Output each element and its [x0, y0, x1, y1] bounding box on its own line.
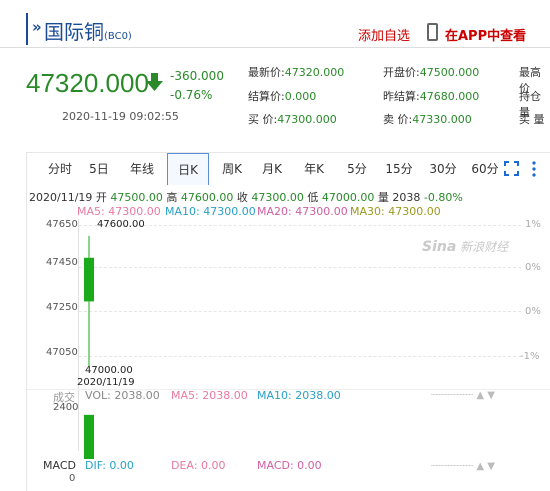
macd-dif: DIF: 0.00 — [85, 459, 134, 472]
volume-bar — [84, 414, 94, 459]
add-watchlist-button[interactable]: 添加自选 — [358, 25, 410, 44]
tab-5min[interactable]: 5分 — [339, 153, 375, 185]
vol-ma5-legend: MA5: 2038.00 — [171, 389, 248, 402]
macd-dea: DEA: 0.00 — [171, 459, 226, 472]
pct-tick: 0% — [525, 306, 541, 317]
ohlc-readout: 2020/11/19 开 47500.00 高 47600.00 收 47300… — [29, 191, 463, 204]
fullscreen-icon[interactable] — [504, 161, 519, 176]
quote-timestamp: 2020-11-19 09:02:55 — [62, 110, 179, 123]
page-title: 国际铜(BC0) — [44, 20, 132, 44]
tab-60min[interactable]: 60分 — [465, 153, 505, 185]
vol-legend: VOL: 2038.00 — [85, 389, 160, 402]
last-price: 47320.000 — [26, 68, 149, 98]
price-tick: 47450 — [46, 257, 78, 268]
date-label: 2020/11/19 — [77, 377, 135, 388]
change-percent: -0.76% — [170, 88, 213, 102]
pane-controls[interactable]: ┈┈┈┈┈┈┈ ▲ ▼ — [431, 390, 495, 401]
price-tick: 47050 — [46, 347, 78, 358]
ma30-legend: MA30: 47300.00 — [350, 205, 441, 218]
chevron-right-icon: » — [32, 18, 42, 36]
price-axis-line — [78, 219, 79, 451]
pct-tick: 1% — [525, 219, 541, 230]
pct-tick: 0% — [525, 262, 541, 273]
tab-month-k[interactable]: 月K — [253, 153, 291, 185]
high-label: 47600.00 — [97, 219, 145, 230]
macd-title: MACD — [43, 459, 76, 472]
tab-5day[interactable]: 5日 — [81, 153, 117, 185]
ma20-legend: MA20: 47300.00 — [257, 205, 348, 218]
tab-30min[interactable]: 30分 — [423, 153, 463, 185]
tab-week-k[interactable]: 周K — [213, 153, 251, 185]
price-change: -360.000 -0.76% — [170, 67, 224, 105]
tab-year-k[interactable]: 年K — [295, 153, 333, 185]
ma10-legend: MA10: 47300.00 — [165, 205, 256, 218]
quote-field: 买 量 — [519, 113, 545, 126]
quote-field: 最新价:47320.000 — [248, 66, 345, 79]
price-tick: 47650 — [46, 219, 78, 230]
phone-icon — [427, 23, 438, 41]
period-tabs: 分时 5日 年线 日K 周K 月K 年K 5分 15分 30分 60分 — [27, 153, 550, 185]
candle-body — [84, 257, 94, 302]
price-tick: 47250 — [46, 302, 78, 313]
title-accent-bar — [26, 13, 28, 45]
quote-field: 卖 价:47330.000 — [383, 113, 472, 126]
view-in-app-link[interactable]: 在APP中查看 — [445, 25, 526, 44]
low-label: 47000.00 — [85, 365, 133, 376]
kline-panel: 分时 5日 年线 日K 周K 月K 年K 5分 15分 30分 60分 2020… — [26, 152, 550, 491]
vol-ma10-legend: MA10: 2038.00 — [257, 389, 341, 402]
pane-controls[interactable]: ┈┈┈┈┈┈┈ ▲ ▼ — [431, 461, 495, 472]
pct-tick: -1% — [520, 351, 540, 362]
grid-line — [79, 356, 521, 357]
tab-fenshi[interactable]: 分时 — [41, 153, 79, 185]
grid-line — [79, 225, 521, 226]
macd-value: MACD: 0.00 — [257, 459, 322, 472]
grid-line — [79, 267, 521, 268]
tab-year-line[interactable]: 年线 — [121, 153, 163, 185]
change-value: -360.000 — [170, 69, 224, 83]
quote-field: 昨结算:47680.000 — [383, 90, 480, 103]
ma5-legend: MA5: 47300.00 — [77, 205, 161, 218]
quote-field: 开盘价:47500.000 — [383, 66, 480, 79]
more-options-icon[interactable] — [531, 159, 537, 179]
grid-line — [79, 311, 521, 312]
header-divider — [0, 47, 550, 48]
quote-field: 结算价:0.000 — [248, 90, 317, 103]
macd-tick: 0 — [69, 473, 76, 484]
page-header: » 国际铜(BC0) 添加自选 在APP中查看 — [0, 0, 550, 48]
watermark: Sina 新浪财经 — [422, 239, 509, 255]
tab-15min[interactable]: 15分 — [379, 153, 419, 185]
volume-tick: 2400 — [53, 402, 79, 413]
quote-field: 买 价:47300.000 — [248, 113, 337, 126]
down-arrow-icon — [146, 73, 163, 91]
tab-day-k[interactable]: 日K — [167, 153, 209, 185]
